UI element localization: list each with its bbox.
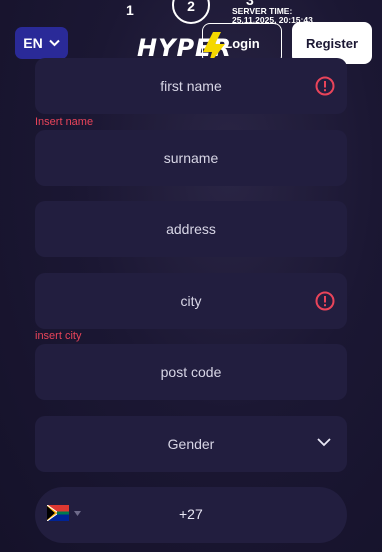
post-code-field[interactable]: post code	[35, 344, 347, 400]
address-field[interactable]: address	[35, 201, 347, 257]
top-bar: EN 1 2 3 SERVER TIME: 25.11.2025, 20:15:…	[0, 0, 382, 66]
phone-country-code: +27	[179, 506, 203, 522]
language-selector[interactable]: EN	[15, 27, 68, 59]
south-africa-flag-icon[interactable]	[47, 505, 69, 521]
step-1: 1	[126, 2, 134, 18]
post-code-placeholder: post code	[160, 364, 222, 380]
chevron-down-icon	[49, 39, 60, 47]
surname-placeholder: surname	[163, 150, 219, 166]
surname-field[interactable]: surname	[35, 130, 347, 186]
city-field[interactable]: city	[35, 273, 347, 329]
first-name-error: Insert name	[35, 116, 94, 128]
error-icon	[315, 76, 335, 96]
gender-label: Gender	[167, 436, 215, 452]
address-placeholder: address	[166, 221, 216, 237]
first-name-placeholder: first name	[160, 78, 222, 94]
chevron-down-icon	[317, 438, 331, 447]
language-label: EN	[23, 35, 43, 51]
caret-down-icon[interactable]	[74, 511, 81, 516]
error-icon	[315, 291, 335, 311]
gender-select[interactable]: Gender	[35, 416, 347, 472]
city-placeholder: city	[180, 293, 202, 309]
phone-field[interactable]: +27	[35, 487, 347, 543]
city-error: insert city	[35, 330, 82, 342]
first-name-field[interactable]: first name	[35, 58, 347, 114]
step-2-active: 2	[172, 0, 210, 24]
